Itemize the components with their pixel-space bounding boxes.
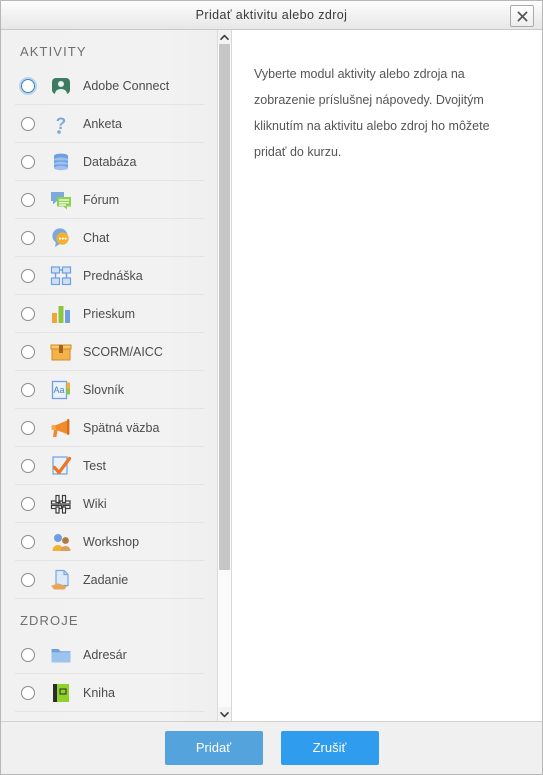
module-list-panel: AKTIVITY Adobe Connect? Anketa Databáza Fóru… [1,30,232,721]
module-radio[interactable] [21,78,35,93]
module-option-assignment-hand[interactable]: Zadanie [15,561,204,599]
chevron-down-icon [220,705,229,721]
forum-icon [49,188,73,212]
module-option-label: Slovník [83,382,124,397]
module-option-label: Prednáška [83,268,143,283]
module-radio[interactable] [21,230,35,245]
question-mark-icon: ? [49,112,73,136]
help-panel: Vyberte modul aktivity alebo zdroja na z… [232,30,542,721]
module-radio[interactable] [21,458,35,473]
module-option-label: Chat [83,230,110,245]
module-option-chat-bubble[interactable]: Chat [15,219,204,257]
module-option-package-box[interactable]: SCORM/AICC [15,333,204,371]
section-heading: ZDROJE [20,613,79,628]
module-option-label: Prieskum [83,306,136,321]
megaphone-icon [49,416,73,440]
module-radio[interactable] [21,192,35,207]
module-radio[interactable] [21,496,35,511]
module-option-quiz-checkmark[interactable]: Test [15,447,204,485]
module-option-label: Spätná väzba [83,420,160,435]
module-list: AKTIVITY Adobe Connect? Anketa Databáza Fóru… [1,30,218,721]
dialog-title: Pridať aktivitu alebo zdroj [195,8,348,22]
database-icon [49,150,73,174]
module-option-lesson-flowchart[interactable]: Prednáška [15,257,204,295]
book-icon [49,681,73,705]
scroll-down-button[interactable] [218,707,231,721]
module-radio[interactable] [21,344,35,359]
module-option-label: Fórum [83,192,120,207]
module-option-adobe-connect[interactable]: Adobe Connect [15,67,204,105]
close-button[interactable] [510,5,534,27]
module-radio[interactable] [21,534,35,549]
assignment-hand-icon [49,568,73,592]
dialog-body: AKTIVITY Adobe Connect? Anketa Databáza Fóru… [1,30,542,721]
wiki-icon [49,492,73,516]
module-radio[interactable] [21,154,35,169]
module-option-label: Test [83,458,106,473]
dialog-titlebar: Pridať aktivitu alebo zdroj [1,1,542,30]
quiz-checkmark-icon [49,454,73,478]
module-option-book[interactable]: Kniha [15,674,204,712]
module-radio[interactable] [21,382,35,397]
glossary-icon: Aa [49,378,73,402]
module-option-glossary[interactable]: Aa Slovník [15,371,204,409]
module-option-label: Adresár [83,647,127,662]
package-box-icon [49,340,73,364]
chat-bubble-icon [49,226,73,250]
scroll-up-button[interactable] [218,30,231,44]
module-option-label: SCORM/AICC [83,344,163,359]
module-option-wiki[interactable]: Wiki [15,485,204,523]
module-option-folder[interactable]: Adresár [15,636,204,674]
module-option-label: Adobe Connect [83,78,170,93]
module-option-bar-chart[interactable]: Prieskum [15,295,204,333]
module-option-workshop-people[interactable]: Workshop [15,523,204,561]
module-radio[interactable] [21,268,35,283]
module-radio[interactable] [21,685,35,700]
module-option-megaphone[interactable]: Spätná väzba [15,409,204,447]
help-text: Vyberte modul aktivity alebo zdroja na z… [254,66,490,159]
folder-icon [49,643,73,667]
section-heading: AKTIVITY [20,44,87,59]
module-option-forum[interactable]: Fórum [15,181,204,219]
module-option-label: Zadanie [83,572,129,587]
module-option-question-mark[interactable]: ? Anketa [15,105,204,143]
bar-chart-icon [49,302,73,326]
module-radio[interactable] [21,306,35,321]
cancel-button[interactable]: Zrušiť [280,731,379,765]
module-option-label: Anketa [83,116,122,131]
svg-text:?: ? [56,114,66,133]
module-radio[interactable] [21,116,35,131]
dialog-footer: Pridať Zrušiť [1,721,542,774]
module-option-label: Workshop [83,534,140,549]
module-radio[interactable] [21,647,35,662]
module-radio[interactable] [21,420,35,435]
module-radio[interactable] [21,572,35,587]
adobe-connect-icon [49,74,73,98]
scrollbar-thumb[interactable] [219,44,230,570]
svg-text:Aa: Aa [53,385,64,395]
workshop-people-icon [49,530,73,554]
module-option-label: Kniha [83,685,115,700]
module-option-label: Databáza [83,154,137,169]
module-list-scrollbar[interactable] [217,30,231,721]
module-option-label: Wiki [83,496,107,511]
module-option-database[interactable]: Databáza [15,143,204,181]
add-button[interactable]: Pridať [164,731,263,765]
close-icon [517,11,528,22]
add-activity-dialog: Pridať aktivitu alebo zdroj AKTIVITY Adob… [0,0,543,775]
lesson-flowchart-icon [49,264,73,288]
